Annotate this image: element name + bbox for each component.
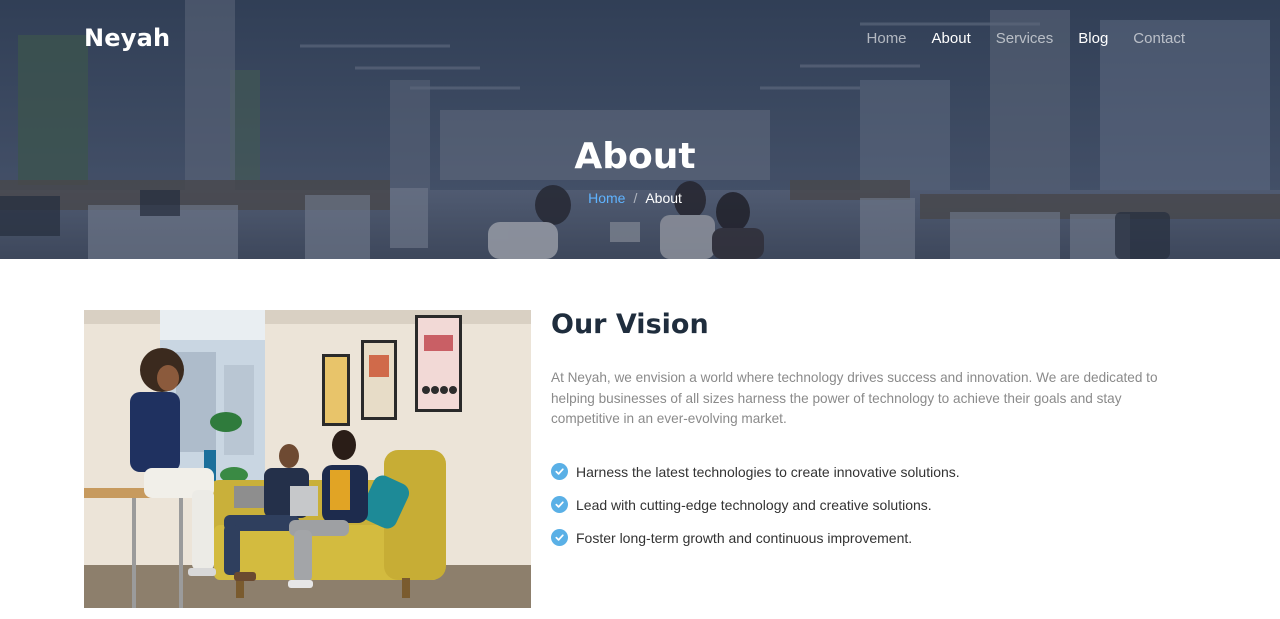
check-circle-icon xyxy=(551,496,568,513)
list-item: Foster long-term growth and continuous i… xyxy=(551,521,960,554)
team-photo xyxy=(84,310,531,608)
vision-title: Our Vision xyxy=(551,309,709,340)
vision-bullet-list: Harness the latest technologies to creat… xyxy=(551,455,960,554)
list-item: Lead with cutting-edge technology and cr… xyxy=(551,488,960,521)
team-photo-illustration xyxy=(84,310,531,608)
breadcrumb-home-link[interactable]: Home xyxy=(588,190,625,206)
page-title: About xyxy=(574,136,696,177)
check-circle-icon xyxy=(551,529,568,546)
nav-contact[interactable]: Contact xyxy=(1133,30,1185,47)
nav-about[interactable]: About xyxy=(932,30,971,47)
nav-blog[interactable]: Blog xyxy=(1078,30,1108,47)
main-nav: Home About Services Blog Contact xyxy=(842,30,1185,47)
nav-services[interactable]: Services xyxy=(996,30,1054,47)
vision-description: At Neyah, we envision a world where tech… xyxy=(551,370,1158,426)
breadcrumb: Home / About xyxy=(0,190,1270,206)
breadcrumb-separator: / xyxy=(633,190,638,206)
check-circle-icon xyxy=(551,463,568,480)
list-item-text: Foster long-term growth and continuous i… xyxy=(576,529,913,546)
list-item-text: Lead with cutting-edge technology and cr… xyxy=(576,496,932,513)
breadcrumb-current: About xyxy=(645,190,682,206)
nav-home[interactable]: Home xyxy=(867,30,907,47)
list-item-text: Harness the latest technologies to creat… xyxy=(576,463,960,480)
site-logo[interactable]: Neyah xyxy=(84,24,170,52)
hero-banner: Neyah Home About Services Blog Contact A… xyxy=(0,0,1280,259)
list-item: Harness the latest technologies to creat… xyxy=(551,455,960,488)
